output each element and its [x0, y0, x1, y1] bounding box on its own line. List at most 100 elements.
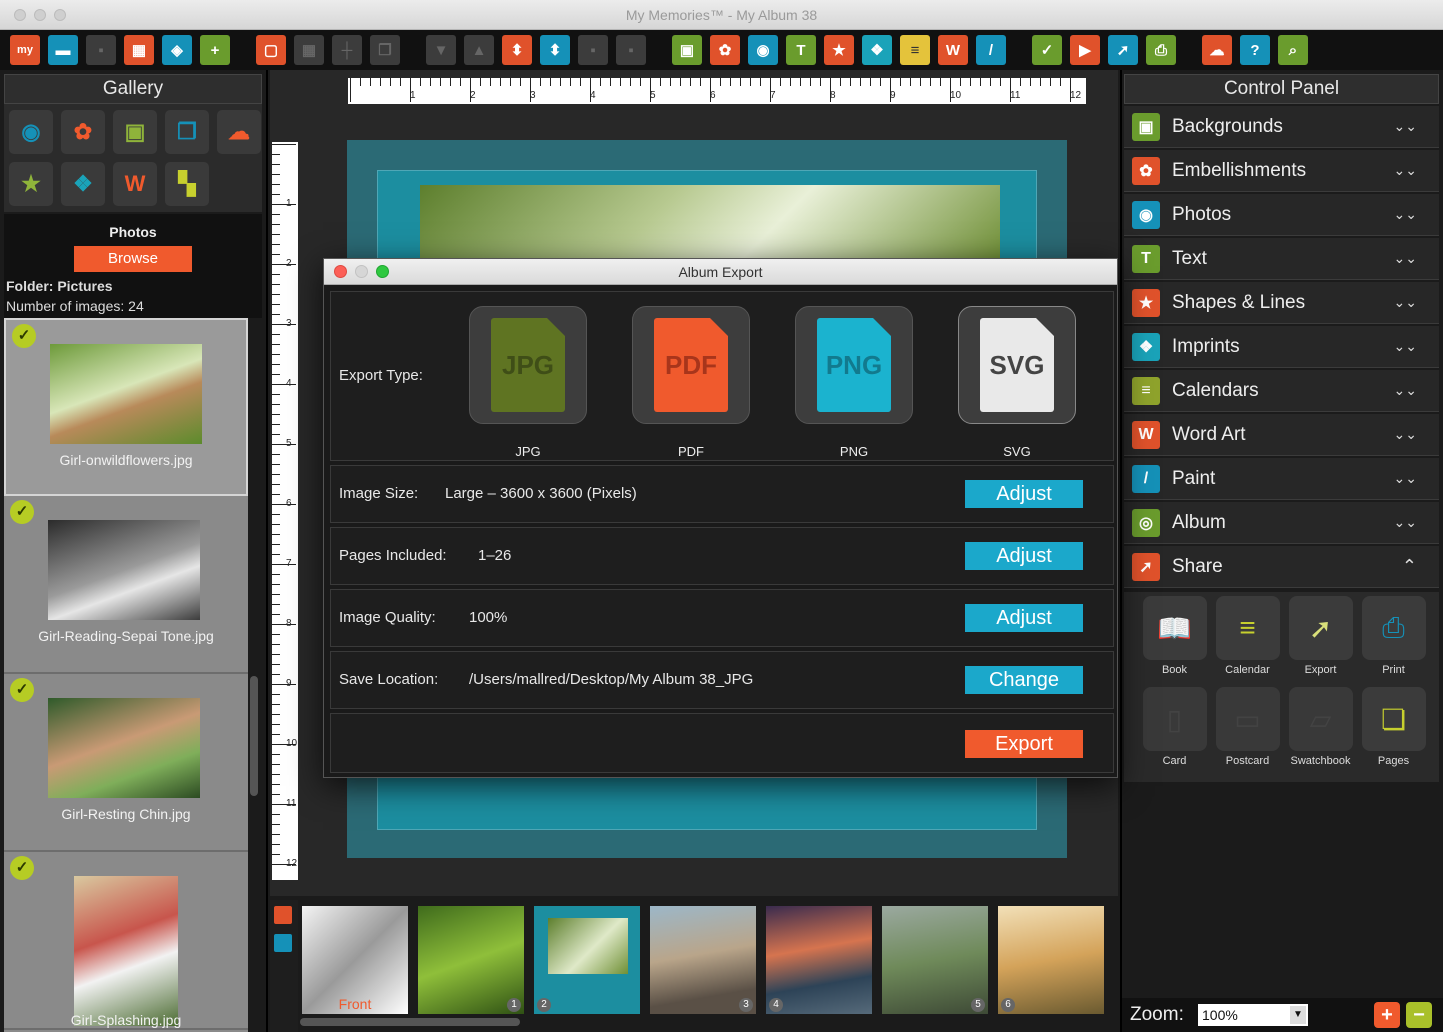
chevron-double-down-icon[interactable]: ⌄⌄	[1394, 338, 1417, 355]
search-icon[interactable]: ⌕	[1278, 35, 1308, 65]
my-logo-button[interactable]: my	[10, 35, 40, 65]
share-option-export[interactable]: ➚ Export	[1284, 596, 1357, 687]
check-icon[interactable]: ✓	[1032, 35, 1062, 65]
export-type-button[interactable]: SVG	[958, 306, 1076, 424]
shapes-icon[interactable]: ★	[824, 35, 854, 65]
control-panel-item-photos[interactable]: ◉ Photos ⌄⌄	[1124, 194, 1439, 236]
change-location-button[interactable]: Change	[965, 666, 1083, 694]
control-panel-item-calendars[interactable]: ≡ Calendars ⌄⌄	[1124, 370, 1439, 412]
imprints-icon[interactable]: ❖	[862, 35, 892, 65]
share-option-book[interactable]: 📖 Book	[1138, 596, 1211, 687]
play-icon[interactable]: ▶	[1070, 35, 1100, 65]
chevron-double-down-icon[interactable]: ⌄⌄	[1394, 118, 1417, 135]
control-panel-item-text[interactable]: T Text ⌄⌄	[1124, 238, 1439, 280]
thumbnail-image[interactable]	[50, 344, 202, 444]
import-page-icon[interactable]: ⬍	[502, 35, 532, 65]
control-panel-item-share[interactable]: ➚ Share ⌃	[1124, 546, 1439, 588]
page-photo[interactable]	[420, 185, 1000, 265]
album-icon[interactable]: ◈	[162, 35, 192, 65]
filmstrip-page[interactable]: 3	[650, 906, 756, 1014]
control-panel-item-shapes-lines[interactable]: ★ Shapes & Lines ⌄⌄	[1124, 282, 1439, 324]
export-button[interactable]: Export	[965, 730, 1083, 758]
copy-icon[interactable]: ❐	[370, 35, 400, 65]
zoom-out-button[interactable]: −	[1406, 1002, 1432, 1028]
control-panel-item-paint[interactable]: / Paint ⌄⌄	[1124, 458, 1439, 500]
chevron-double-down-icon[interactable]: ⌄⌄	[1394, 250, 1417, 267]
thumbnail-image[interactable]	[48, 520, 200, 620]
filmstrip-page[interactable]: 1	[418, 906, 524, 1014]
chevron-double-down-icon[interactable]: ⌄⌄	[1394, 470, 1417, 487]
calendar-icon[interactable]: ≡	[1215, 596, 1280, 660]
export-type-button[interactable]: PDF	[632, 306, 750, 424]
gallery-image-icon[interactable]: ▣	[113, 110, 157, 154]
gallery-wordart-icon[interactable]: W	[113, 162, 157, 206]
adjust-size-button[interactable]: Adjust	[965, 480, 1083, 508]
photo-thumbnail[interactable]: ✓ Girl-Reading-Sepai Tone.jpg	[4, 496, 248, 674]
add-page-icon[interactable]: +	[200, 35, 230, 65]
save-icon[interactable]: ▪	[86, 35, 116, 65]
word-art-icon[interactable]: W	[938, 35, 968, 65]
share-option-pages[interactable]: ❏ Pages	[1357, 687, 1430, 778]
paint-icon[interactable]: /	[976, 35, 1006, 65]
share-icon[interactable]: ➚	[1108, 35, 1138, 65]
chevron-double-down-icon[interactable]: ⌄⌄	[1394, 514, 1417, 531]
gallery-camera-icon[interactable]: ◉	[9, 110, 53, 154]
gallery-star-icon[interactable]: ★	[9, 162, 53, 206]
calendar-icon[interactable]: ≡	[900, 35, 930, 65]
print-icon[interactable]: ⎙	[1146, 35, 1176, 65]
frame-icon[interactable]: ▢	[256, 35, 286, 65]
chevron-double-down-icon[interactable]: ⌄⌄	[1394, 382, 1417, 399]
cloud-icon[interactable]: ☁	[1202, 35, 1232, 65]
control-panel-item-word-art[interactable]: W Word Art ⌄⌄	[1124, 414, 1439, 456]
backgrounds-icon[interactable]: ▣	[672, 35, 702, 65]
browse-button[interactable]: Browse	[74, 246, 192, 272]
thumbnail-image[interactable]	[74, 876, 178, 1026]
camera-icon[interactable]: ◉	[748, 35, 778, 65]
gallery-layout-icon[interactable]: ▚	[165, 162, 209, 206]
page-down-icon[interactable]: ▼	[426, 35, 456, 65]
control-panel-item-imprints[interactable]: ❖ Imprints ⌄⌄	[1124, 326, 1439, 368]
pages-icon[interactable]: ❏	[1361, 687, 1426, 751]
gallery-flower-icon[interactable]: ✿	[61, 110, 105, 154]
photo-thumbnail[interactable]: ✓ Girl-onwildflowers.jpg	[4, 318, 248, 496]
unlock-icon[interactable]: ▪	[616, 35, 646, 65]
dialog-zoom-button[interactable]	[376, 265, 389, 278]
chevron-double-down-icon[interactable]: ⌄⌄	[1394, 206, 1417, 223]
gallery-frames-icon[interactable]: ❐	[165, 110, 209, 154]
embellishments-icon[interactable]: ✿	[710, 35, 740, 65]
gallery-butterfly-icon[interactable]: ❖	[61, 162, 105, 206]
control-panel-item-album[interactable]: ◎ Album ⌄⌄	[1124, 502, 1439, 544]
lock-icon[interactable]: ▪	[578, 35, 608, 65]
export-type-button[interactable]: PNG	[795, 306, 913, 424]
control-panel-item-backgrounds[interactable]: ▣ Backgrounds ⌄⌄	[1124, 106, 1439, 148]
export-type-jpg[interactable]: JPG JPG	[469, 306, 587, 459]
filmstrip-page[interactable]: Front	[302, 906, 408, 1014]
chevron-up-icon[interactable]: ⌃	[1402, 556, 1417, 577]
chevron-double-down-icon[interactable]: ⌄⌄	[1394, 294, 1417, 311]
zoom-in-button[interactable]: +	[1374, 1002, 1400, 1028]
grid-icon[interactable]: ▦	[294, 35, 324, 65]
guides-icon[interactable]: ┼	[332, 35, 362, 65]
photo-thumbnail[interactable]: ✓ Girl-Resting Chin.jpg	[4, 674, 248, 852]
open-folder-icon[interactable]: ▬	[48, 35, 78, 65]
share-option-print[interactable]: ⎙ Print	[1357, 596, 1430, 687]
dialog-close-button[interactable]	[334, 265, 347, 278]
control-panel-item-embellishments[interactable]: ✿ Embellishments ⌄⌄	[1124, 150, 1439, 192]
export-type-button[interactable]: JPG	[469, 306, 587, 424]
layout-view-icon[interactable]	[274, 934, 292, 952]
export-page-icon[interactable]: ⬍	[540, 35, 570, 65]
share-option-calendar[interactable]: ≡ Calendar	[1211, 596, 1284, 687]
layout-icon[interactable]: ▦	[124, 35, 154, 65]
thumbnail-image[interactable]	[48, 698, 200, 798]
chevron-down-icon[interactable]: ▼	[1290, 1006, 1306, 1024]
photo-thumbnail[interactable]: ✓ Girl-Splashing.jpg	[4, 852, 248, 1030]
filmstrip-scrollbar[interactable]	[300, 1018, 520, 1026]
filmstrip-page[interactable]: 6	[998, 906, 1104, 1014]
page-up-icon[interactable]: ▲	[464, 35, 494, 65]
add-page-icon[interactable]	[274, 906, 292, 924]
zoom-select[interactable]: 100% ▼	[1198, 1004, 1308, 1026]
adjust-pages-button[interactable]: Adjust	[965, 542, 1083, 570]
help-icon[interactable]: ?	[1240, 35, 1270, 65]
filmstrip-page[interactable]: 2	[534, 906, 640, 1014]
export-icon[interactable]: ➚	[1288, 596, 1353, 660]
